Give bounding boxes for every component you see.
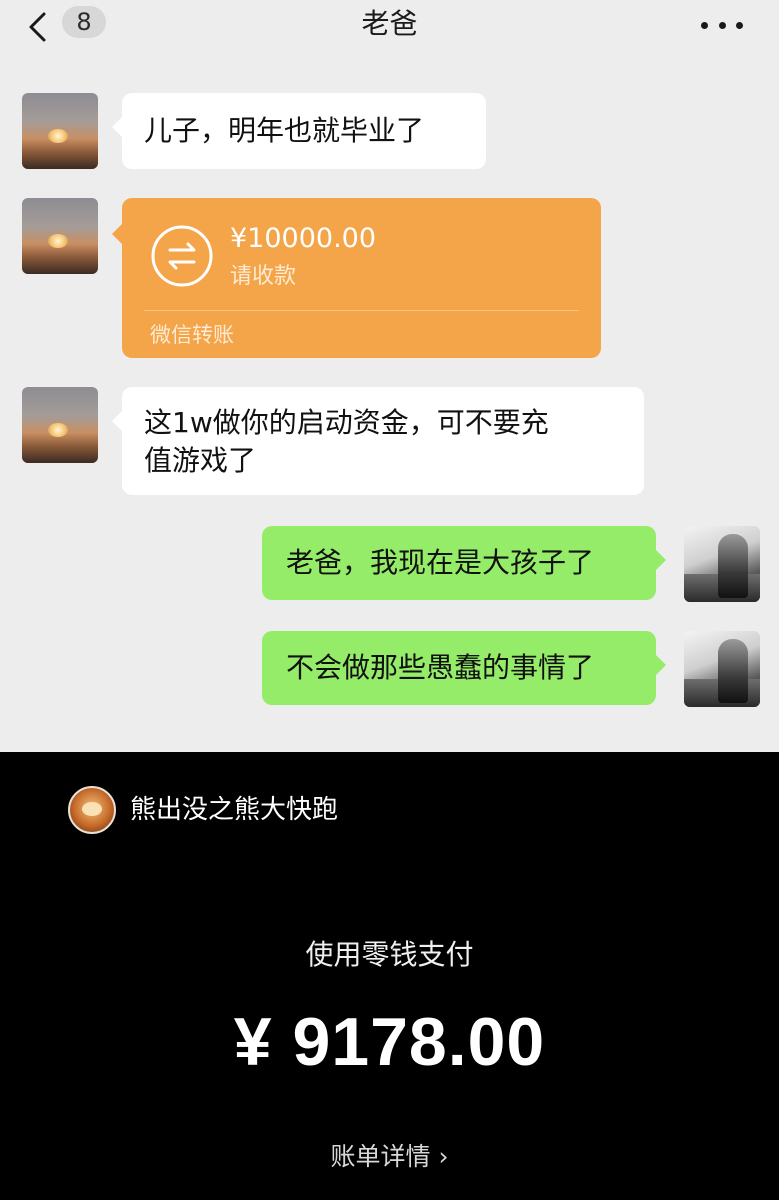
figure-image-detail — [718, 534, 748, 598]
bill-details-label: 账单详情 — [330, 1142, 431, 1171]
transfer-card[interactable]: ¥10000.00 请收款 微信转账 — [112, 198, 601, 358]
dot — [718, 21, 726, 29]
dad-avatar[interactable] — [22, 387, 98, 463]
my-avatar[interactable] — [684, 526, 760, 602]
merchant-logo — [68, 786, 116, 834]
sun-image-detail — [48, 234, 68, 248]
chat-header: 8 老爸 — [0, 0, 779, 60]
divider — [144, 310, 579, 311]
message-text: 儿子，明年也就毕业了 — [144, 114, 425, 147]
message-bubble[interactable]: 老爸，我现在是大孩子了 — [262, 526, 666, 600]
message-bubble[interactable]: 不会做那些愚蠢的事情了 — [262, 631, 666, 705]
my-avatar[interactable] — [684, 631, 760, 707]
screenshot-root: 8 老爸 儿子，明年也就毕业了 ¥10000.00 请收款 微信转账 这1w做你… — [0, 0, 779, 1200]
dot — [701, 21, 708, 29]
bear-face-detail — [82, 802, 102, 816]
merchant-name: 熊出没之熊大快跑 — [130, 795, 339, 825]
chat-title: 老爸 — [361, 7, 418, 40]
more-dots-icon[interactable] — [701, 8, 743, 42]
chevron-right-icon: › — [438, 1142, 449, 1171]
transfer-status: 请收款 — [230, 264, 297, 289]
transfer-arrows-icon — [151, 225, 213, 287]
figure-image-detail — [718, 639, 748, 703]
message-text-line: 这1w做你的启动资金，可不要充 — [144, 406, 549, 439]
payment-amount: ¥ 9178.00 — [233, 1004, 546, 1080]
dot — [736, 21, 743, 29]
sun-image-detail — [48, 423, 68, 437]
sun-image-detail — [48, 129, 68, 143]
payment-panel: 熊出没之熊大快跑 使用零钱支付 ¥ 9178.00 账单详情 › — [0, 752, 779, 1200]
payment-method: 使用零钱支付 — [305, 938, 474, 971]
transfer-footer: 微信转账 — [150, 323, 234, 347]
dad-avatar[interactable] — [22, 198, 98, 274]
message-bubble[interactable]: 儿子，明年也就毕业了 — [112, 93, 486, 169]
transfer-amount: ¥10000.00 — [230, 223, 377, 254]
message-text-line: 值游戏了 — [144, 444, 257, 477]
message-bubble[interactable]: 这1w做你的启动资金，可不要充 值游戏了 — [112, 387, 644, 495]
message-text: 不会做那些愚蠢的事情了 — [286, 651, 595, 684]
bill-details-link[interactable]: 账单详情 › — [0, 1140, 779, 1174]
dad-avatar[interactable] — [22, 93, 98, 169]
message-text: 老爸，我现在是大孩子了 — [286, 546, 595, 579]
